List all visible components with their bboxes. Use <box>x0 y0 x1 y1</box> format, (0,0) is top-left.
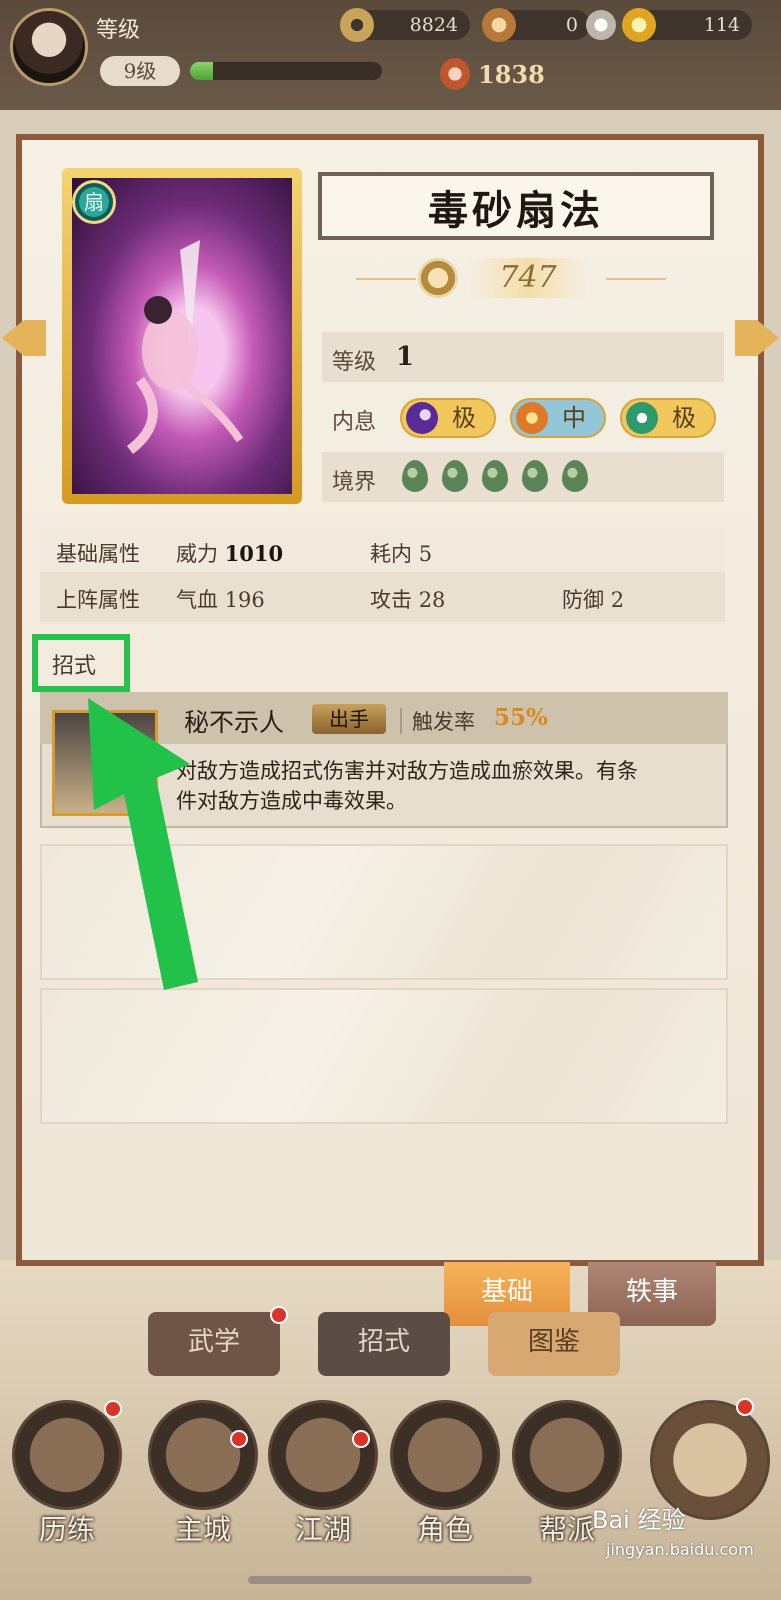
trigger-rate-label: 触发率 <box>412 710 475 734</box>
realm-orb-icon <box>522 460 548 492</box>
notification-dot <box>352 1430 370 1448</box>
realm-orb-icon <box>562 460 588 492</box>
nav-jianghu-label[interactable]: 江湖 <box>268 1508 378 1548</box>
skill-name: 毒砂扇法 <box>428 187 604 234</box>
watermark-url: jingyan.baidu.com <box>606 1540 754 1559</box>
home-indicator[interactable] <box>248 1576 532 1584</box>
nav-character-label[interactable]: 角色 <box>390 1508 500 1548</box>
realm-orb-icon <box>482 460 508 492</box>
level-title: 等级 <box>96 18 141 43</box>
base-attr-label: 基础属性 <box>56 542 140 566</box>
silver-ingot-icon <box>586 10 616 40</box>
level-label: 等级 <box>332 350 377 375</box>
realm-orb-icon <box>442 460 468 492</box>
notification-dot <box>270 1306 288 1324</box>
tab-moves[interactable]: 招式 <box>318 1312 450 1376</box>
hp-value: 196 <box>224 588 265 612</box>
highlight-box <box>32 634 130 692</box>
def-attr: 防御 2 <box>562 584 624 614</box>
balance-icon <box>626 402 658 434</box>
notification-dot <box>736 1398 754 1416</box>
might-attr: 威力 1010 <box>176 538 283 568</box>
nav-guild-icon[interactable] <box>512 1400 622 1510</box>
might-label: 威力 <box>176 542 218 566</box>
divider <box>400 708 402 734</box>
move-type-badge: 出手 <box>312 704 386 734</box>
notification-dot <box>230 1430 248 1448</box>
inner-breath-label: 内息 <box>332 410 377 435</box>
realm-label: 境界 <box>332 470 377 495</box>
atk-label: 攻击 <box>370 588 412 612</box>
cost-value: 5 <box>418 542 433 566</box>
tab-martial[interactable]: 武学 <box>148 1312 280 1376</box>
combat-power-value: 1838 <box>478 60 545 89</box>
trigger-rate-value: 55% <box>494 704 548 731</box>
skill-power-value: 747 <box>468 258 588 298</box>
next-arrow-icon[interactable] <box>735 320 779 356</box>
prev-arrow-icon[interactable] <box>2 320 46 356</box>
atk-value: 28 <box>418 588 446 612</box>
exp-progress-bar <box>190 62 382 80</box>
cost-attr: 耗内 5 <box>370 538 432 568</box>
moon-icon <box>406 402 438 434</box>
nav-training-label[interactable]: 历练 <box>12 1508 122 1548</box>
hp-attr: 气血 196 <box>176 584 265 614</box>
nav-jianghu-icon[interactable] <box>268 1400 378 1510</box>
deploy-attr-label: 上阵属性 <box>56 588 140 612</box>
divider-right <box>606 278 666 280</box>
power-icon <box>418 258 458 298</box>
divider-left <box>356 278 416 280</box>
hp-label: 气血 <box>176 588 218 612</box>
def-value: 2 <box>610 588 625 612</box>
nav-city-icon[interactable] <box>148 1400 258 1510</box>
fan-dancer-illustration <box>126 240 244 454</box>
sun-icon <box>516 402 548 434</box>
player-avatar[interactable] <box>10 8 88 86</box>
def-label: 防御 <box>562 588 604 612</box>
sect-badge-icon: 扇 <box>72 180 116 224</box>
level-badge: 9级 <box>100 56 180 86</box>
atk-attr: 攻击 28 <box>370 584 445 614</box>
level-value: 1 <box>396 342 415 372</box>
exp-progress-fill <box>190 62 214 80</box>
copper-coin-icon <box>340 8 374 42</box>
cost-label: 耗内 <box>370 542 412 566</box>
realm-orb-icon <box>402 460 428 492</box>
gold-ingot-icon <box>622 8 656 42</box>
level-row <box>322 332 724 382</box>
might-value: 1010 <box>224 541 284 566</box>
combat-power-icon <box>440 58 470 90</box>
ticket-icon <box>482 8 516 42</box>
nav-character-icon[interactable] <box>390 1400 500 1510</box>
watermark-logo: Bai 经验 <box>592 1506 686 1534</box>
empty-move-slot[interactable] <box>40 988 728 1124</box>
annotation-arrow-icon <box>88 698 198 990</box>
notification-dot <box>104 1400 122 1418</box>
nav-training-icon[interactable] <box>12 1400 122 1510</box>
nav-city-label[interactable]: 主城 <box>148 1508 258 1548</box>
tab-codex[interactable]: 图鉴 <box>488 1312 620 1376</box>
